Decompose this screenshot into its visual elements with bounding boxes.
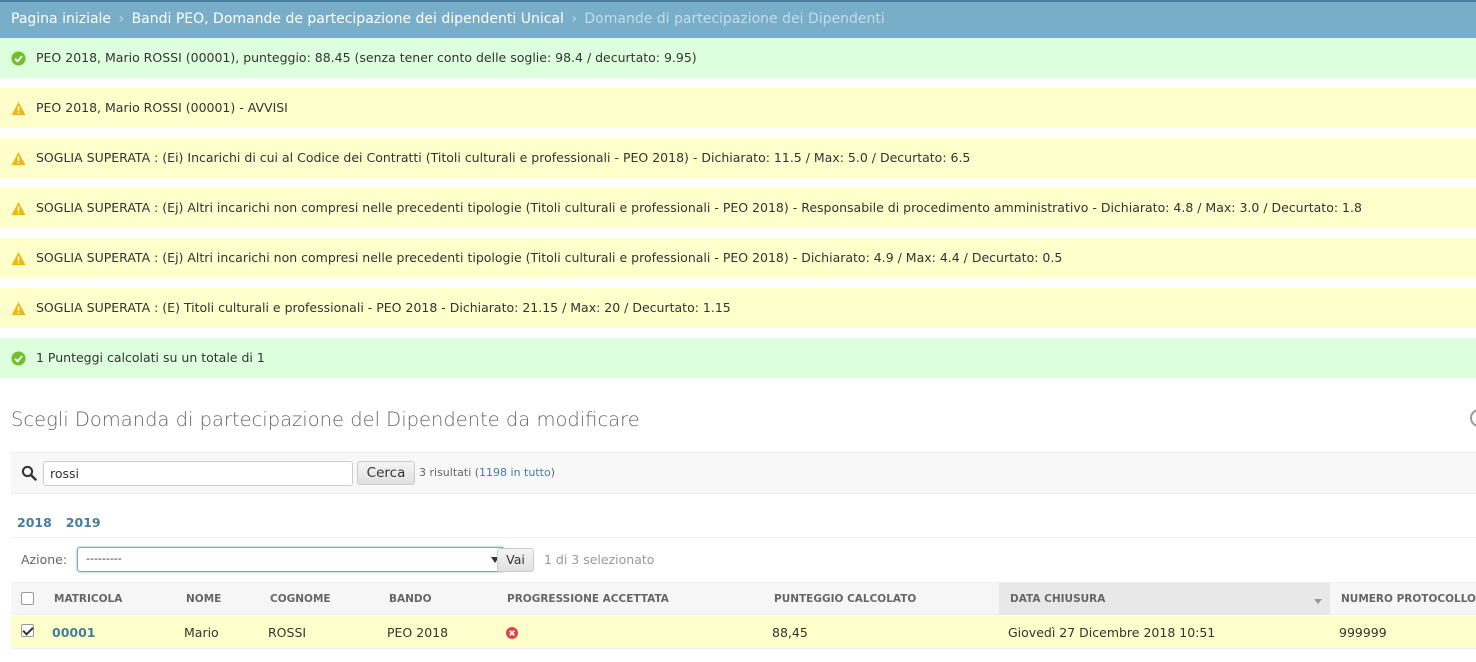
message-text: SOGLIA SUPERATA : (E) Titoli culturali e… (36, 300, 731, 315)
message-success: PEO 2018, Mario ROSSI (00001), punteggio… (0, 38, 1476, 78)
search-icon (21, 465, 37, 481)
row-cognome: ROSSI (268, 625, 307, 640)
row-nome: Mario (184, 625, 219, 640)
result-count: 3 risultati (1198 in tutto) (419, 466, 555, 479)
check-circle-icon (11, 351, 26, 366)
breadcrumb-current: Domande di partecipazione dei Dipendenti (584, 11, 885, 27)
selection-counter: 1 di 3 selezionato (544, 552, 655, 567)
column-header-numero-protocollo[interactable]: NUMERO PROTOCOLLO (1341, 593, 1476, 605)
breadcrumb-separator: › (118, 11, 125, 27)
message-warning: SOGLIA SUPERATA : (Ej) Altri incarichi n… (0, 238, 1476, 278)
row-punteggio: 88,45 (772, 625, 808, 640)
actions-bar: Azione: --------- Vai 1 di 3 selezionato (11, 538, 1476, 582)
result-count-suffix: ) (550, 466, 555, 479)
result-count-prefix: 3 risultati ( (419, 466, 480, 479)
message-text: PEO 2018, Mario ROSSI (00001), punteggio… (36, 50, 697, 65)
select-all-checkbox[interactable] (21, 592, 34, 605)
message-text: SOGLIA SUPERATA : (Ej) Altri incarichi n… (36, 250, 1063, 265)
run-action-button[interactable]: Vai (497, 548, 534, 572)
column-header-punteggio-calcolato[interactable]: PUNTEGGIO CALCOLATO (774, 593, 916, 605)
row-bando: PEO 2018 (387, 625, 449, 640)
warning-triangle-icon (11, 151, 26, 166)
search-toolbar: Cerca 3 risultati (1198 in tutto) (11, 452, 1476, 494)
message-text: SOGLIA SUPERATA : (Ej) Altri incarichi n… (36, 200, 1362, 215)
column-header-data-chiusura[interactable]: DATA CHIUSURA (1010, 593, 1105, 605)
message-warning: PEO 2018, Mario ROSSI (00001) - AVVISI (0, 88, 1476, 128)
row-matricola-link[interactable]: 00001 (52, 625, 96, 640)
warning-triangle-icon (11, 201, 26, 216)
search-button[interactable]: Cerca (357, 461, 415, 485)
column-header-matricola[interactable]: MATRICOLA (54, 593, 122, 605)
breadcrumb-separator: › (571, 11, 577, 27)
message-text: 1 Punteggi calcolati su un totale di 1 (36, 350, 265, 365)
message-warning: SOGLIA SUPERATA : (Ej) Altri incarichi n… (0, 188, 1476, 228)
action-select[interactable]: --------- (77, 547, 505, 572)
date-hierarchy-year-link[interactable]: 2018 (17, 515, 52, 530)
search-input[interactable] (43, 461, 353, 486)
column-header-nome[interactable]: NOME (186, 593, 221, 605)
warning-triangle-icon (11, 301, 26, 316)
action-label: Azione: (21, 552, 68, 567)
message-text: PEO 2018, Mario ROSSI (00001) - AVVISI (36, 100, 288, 115)
message-warning: SOGLIA SUPERATA : (Ei) Incarichi di cui … (0, 138, 1476, 178)
message-text: SOGLIA SUPERATA : (Ei) Incarichi di cui … (36, 150, 971, 165)
no-icon (506, 627, 518, 639)
table-header: MATRICOLA NOME COGNOME BANDO PROGRESSION… (11, 582, 1476, 615)
page-title: Scegli Domanda di partecipazione del Dip… (11, 408, 640, 431)
table-row: 00001 Mario ROSSI PEO 2018 88,45 Giovedì… (11, 616, 1476, 649)
column-header-cognome[interactable]: COGNOME (270, 593, 331, 605)
message-warning: SOGLIA SUPERATA : (E) Titoli culturali e… (0, 288, 1476, 328)
column-header-progressione-accettata[interactable]: PROGRESSIONE ACCETTATA (507, 593, 669, 605)
date-hierarchy: 2018 2019 (17, 515, 115, 530)
warning-triangle-icon (11, 101, 26, 116)
sort-descending-icon[interactable] (1314, 599, 1322, 604)
row-data-chiusura: Giovedì 27 Dicembre 2018 10:51 (1008, 625, 1216, 640)
column-header-bando[interactable]: BANDO (389, 593, 432, 605)
message-success: 1 Punteggi calcolati su un totale di 1 (0, 338, 1476, 378)
warning-triangle-icon (11, 251, 26, 266)
add-button-circle-icon[interactable] (1470, 409, 1476, 427)
show-all-link[interactable]: 1198 in tutto (479, 466, 551, 479)
breadcrumb: Pagina iniziale › Bandi PEO, Domande de … (0, 0, 1476, 38)
date-hierarchy-year-link[interactable]: 2019 (66, 515, 101, 530)
breadcrumb-app-link[interactable]: Bandi PEO, Domande de partecipazione dei… (132, 11, 564, 27)
row-protocollo: 999999 (1339, 625, 1387, 640)
breadcrumb-home-link[interactable]: Pagina iniziale (11, 11, 111, 27)
action-select-value: --------- (86, 552, 122, 565)
row-select-checkbox[interactable] (21, 624, 34, 637)
check-circle-icon (11, 51, 26, 66)
